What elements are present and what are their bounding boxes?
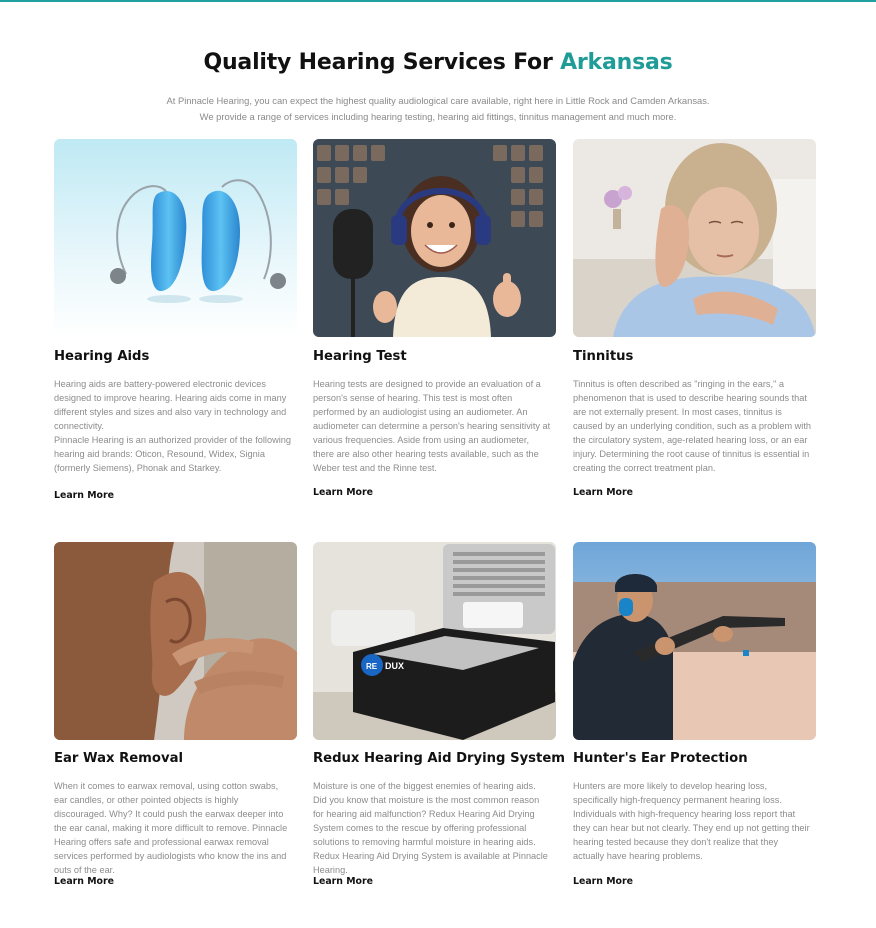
hearing-aids-title: Hearing Aids (54, 349, 150, 364)
hearing-test-illustration (313, 139, 556, 337)
hearing-aids-image[interactable] (54, 139, 297, 337)
svg-text:DUX: DUX (385, 661, 404, 671)
redux-illustration: RE DUX (313, 542, 556, 740)
page-title-accent: Arkansas (560, 50, 673, 75)
tinnitus-title: Tinnitus (573, 349, 634, 364)
tinnitus-image[interactable] (573, 139, 816, 337)
intro-line-1: At Pinnacle Hearing, you can expect the … (166, 95, 710, 106)
hunters-ear-protection-image[interactable] (573, 542, 816, 740)
redux-description: Moisture is one of the biggest enemies o… (313, 779, 551, 877)
redux-title: Redux Hearing Aid Drying System (313, 751, 566, 766)
hunters-ear-protection-learn-more-link[interactable]: Learn More (573, 876, 633, 887)
top-accent-line (0, 0, 876, 2)
ear-wax-removal-description: When it comes to earwax removal, using c… (54, 779, 292, 877)
hearing-aids-learn-more-link[interactable]: Learn More (54, 490, 114, 501)
hunters-ear-protection-description: Hunters are more likely to develop heari… (573, 779, 811, 863)
intro-text: At Pinnacle Hearing, you can expect the … (90, 93, 786, 125)
redux-image[interactable]: RE DUX (313, 542, 556, 740)
ear-wax-removal-desc-p1: When it comes to earwax removal, using c… (54, 781, 288, 875)
ear-wax-removal-learn-more-link[interactable]: Learn More (54, 876, 114, 887)
intro-line-2: We provide a range of services including… (199, 111, 677, 122)
page-title-prefix: Quality Hearing Services For (203, 50, 561, 75)
tinnitus-illustration (573, 139, 816, 337)
hearing-aids-desc-p1: Hearing aids are battery-powered electro… (54, 379, 287, 431)
hunters-ear-protection-title: Hunter's Ear Protection (573, 751, 748, 766)
ear-wax-removal-image[interactable] (54, 542, 297, 740)
hearing-aids-description: Hearing aids are battery-powered electro… (54, 377, 292, 475)
tinnitus-desc-p1: Tinnitus is often described as "ringing … (573, 379, 811, 473)
hearing-aids-desc-p2: Pinnacle Hearing is an authorized provid… (54, 435, 291, 473)
hearing-test-learn-more-link[interactable]: Learn More (313, 487, 373, 498)
ear-wax-illustration (54, 542, 297, 740)
ear-wax-removal-title: Ear Wax Removal (54, 751, 183, 766)
hearing-test-desc-p1: Hearing tests are designed to provide an… (313, 379, 551, 473)
hearing-test-title: Hearing Test (313, 349, 407, 364)
redux-desc-p1: Moisture is one of the biggest enemies o… (313, 781, 548, 875)
redux-learn-more-link[interactable]: Learn More (313, 876, 373, 887)
tinnitus-description: Tinnitus is often described as "ringing … (573, 377, 811, 475)
hunters-ear-protection-desc-p1: Hunters are more likely to develop heari… (573, 781, 810, 861)
tinnitus-learn-more-link[interactable]: Learn More (573, 487, 633, 498)
svg-text:RE: RE (366, 662, 378, 671)
hunter-illustration (573, 542, 816, 740)
hearing-aids-illustration (54, 139, 297, 337)
page-title: Quality Hearing Services For Arkansas (0, 50, 876, 75)
hearing-test-description: Hearing tests are designed to provide an… (313, 377, 551, 475)
hearing-test-image[interactable] (313, 139, 556, 337)
